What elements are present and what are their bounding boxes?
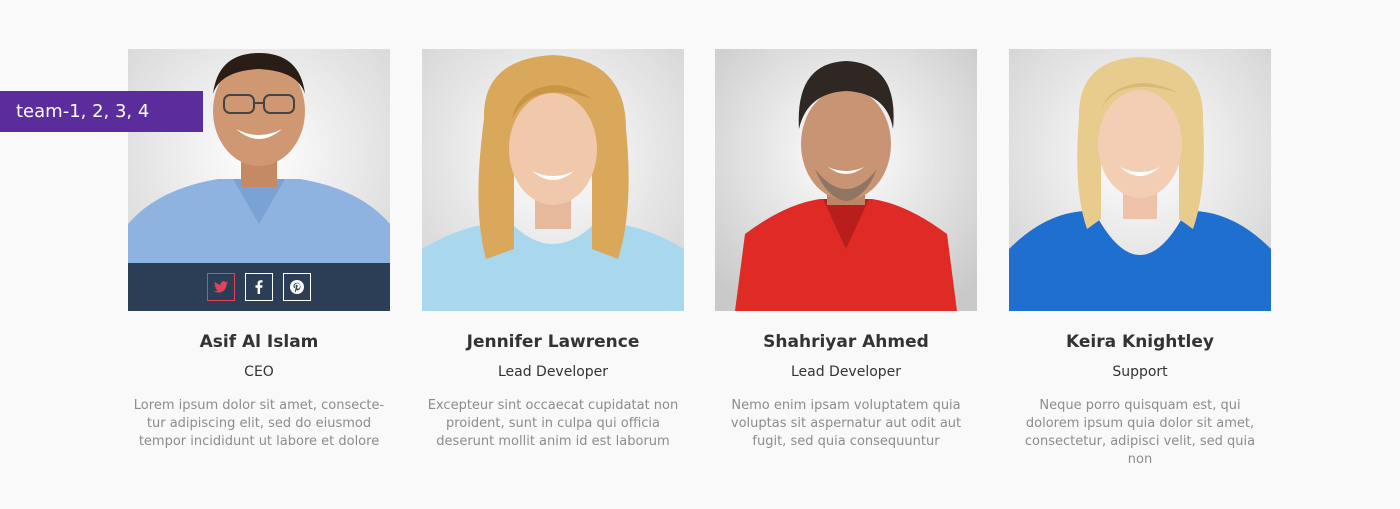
member-role: CEO [244, 364, 274, 380]
facebook-button[interactable] [245, 273, 273, 301]
member-bio: Nemo enim ipsam voluptatem quia voluptas… [730, 398, 962, 449]
twitter-button[interactable] [207, 273, 235, 301]
member-name: Shahriyar Ahmed [763, 332, 929, 352]
pinterest-button[interactable] [283, 273, 311, 301]
member-bio: Lorem ipsum dolor sit amet, consecte-tur… [133, 398, 385, 449]
facebook-icon [255, 280, 263, 294]
member-role: Lead Developer [790, 364, 902, 380]
social-bar [128, 263, 390, 311]
pinterest-icon [290, 280, 304, 294]
member-photo [715, 49, 977, 311]
member-role: Lead Developer [497, 364, 609, 380]
member-name: Asif Al Islam [199, 332, 319, 352]
team-card: Keira Knightley Support Neque porro quis… [1009, 49, 1271, 469]
member-photo [1009, 49, 1271, 311]
member-photo [422, 49, 684, 311]
member-name: Jennifer Lawrence [466, 332, 640, 352]
member-role: Support [1112, 364, 1168, 380]
member-bio: Neque porro quisquam est, qui dolorem ip… [1024, 398, 1256, 467]
section-tag: team-1, 2, 3, 4 [0, 91, 203, 132]
member-photo [128, 49, 390, 311]
member-name: Keira Knightley [1066, 332, 1214, 352]
team-card: Jennifer Lawrence Lead Developer Excepte… [422, 49, 684, 451]
member-bio: Excepteur sint occaecat cupidatat non pr… [427, 398, 679, 449]
twitter-icon [214, 281, 228, 293]
team-card: Shahriyar Ahmed Lead Developer Nemo enim… [715, 49, 977, 451]
